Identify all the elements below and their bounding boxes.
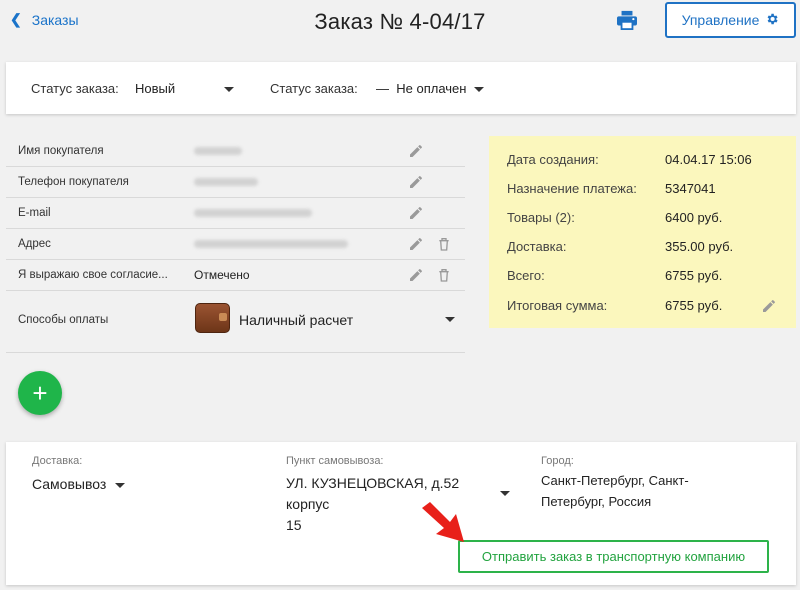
add-button[interactable]: + (18, 371, 62, 415)
city-line1: Санкт-Петербург, Санкт- (541, 473, 689, 488)
red-arrow-icon (422, 502, 464, 542)
field-label: Я выражаю свое согласие... (18, 269, 168, 281)
summary-row: Всего: 6755 руб. (489, 266, 796, 286)
manage-button[interactable]: Управление (665, 2, 796, 38)
field-value (194, 206, 312, 220)
summary-value: 6400 руб. (665, 210, 723, 225)
customer-fields: Имя покупателя Телефон покупателя E-mail… (6, 136, 465, 353)
delivery-value: Самовывоз (32, 476, 107, 492)
summary-label: Всего: (507, 268, 545, 283)
summary-row: Доставка: 355.00 руб. (489, 237, 796, 257)
order-summary: Дата создания: 04.04.17 15:06 Назначение… (489, 136, 796, 328)
field-label: Имя покупателя (18, 145, 104, 157)
order-status-label: Статус заказа: (31, 81, 119, 96)
delivery-card: Доставка: Самовывоз Пункт самовывоза: УЛ… (6, 442, 796, 585)
field-value: Отмечено (194, 268, 250, 282)
summary-label: Назначение платежа: (507, 181, 637, 196)
payment-label: Способы оплаты (18, 314, 109, 326)
summary-label: Итоговая сумма: (507, 298, 608, 313)
city-value: Санкт-Петербург, Санкт- Петербург, Росси… (541, 470, 689, 512)
summary-value: 6755 руб. (665, 298, 723, 313)
top-bar: ❮ Заказы Заказ № 4-04/17 Управление (0, 0, 800, 44)
plus-icon: + (32, 378, 48, 408)
field-value (194, 175, 258, 189)
field-value (194, 144, 242, 158)
manage-label: Управление (681, 12, 760, 28)
field-row-consent: Я выражаю свое согласие... Отмечено (6, 260, 465, 291)
caret-down-icon[interactable] (445, 317, 455, 322)
send-to-carrier-button[interactable]: Отправить заказ в транспортную компанию (458, 540, 769, 573)
payment-status-select[interactable]: — Не оплачен (376, 81, 485, 96)
summary-label: Доставка: (507, 239, 567, 254)
field-label: E-mail (18, 207, 51, 219)
order-status-select[interactable]: Новый (135, 81, 235, 96)
gear-icon (765, 12, 779, 29)
pencil-icon[interactable] (408, 205, 424, 221)
city-label: Город: (541, 455, 574, 467)
caret-down-icon (474, 87, 485, 93)
summary-label: Дата создания: (507, 152, 599, 167)
caret-down-icon (115, 482, 126, 488)
field-label: Адрес (18, 238, 51, 250)
summary-label: Товары (2): (507, 210, 575, 225)
summary-row: Товары (2): 6400 руб. (489, 208, 796, 228)
summary-row: Назначение платежа: 5347041 (489, 179, 796, 199)
delivery-select[interactable]: Самовывоз (32, 474, 126, 495)
wallet-icon (195, 303, 230, 333)
delivery-label: Доставка: (32, 455, 83, 467)
payment-value: Наличный расчет (239, 312, 354, 328)
caret-down-icon (224, 87, 234, 92)
trash-icon[interactable] (436, 236, 452, 252)
city-line2: Петербург, Россия (541, 494, 652, 509)
pencil-icon[interactable] (761, 298, 777, 314)
pencil-icon[interactable] (408, 174, 424, 190)
payment-status-value: Не оплачен (396, 81, 467, 96)
payment-status-label: Статус заказа: (270, 81, 358, 96)
field-row-address: Адрес (6, 229, 465, 260)
summary-value: 5347041 (665, 181, 716, 196)
summary-value: 355.00 руб. (665, 239, 734, 254)
trash-icon[interactable] (436, 267, 452, 283)
pickup-label: Пункт самовывоза: (286, 455, 384, 467)
field-row-phone: Телефон покупателя (6, 167, 465, 198)
pencil-icon[interactable] (408, 236, 424, 252)
pencil-icon[interactable] (408, 143, 424, 159)
pencil-icon[interactable] (408, 267, 424, 283)
field-label: Телефон покупателя (18, 176, 129, 188)
payment-status-prefix: — (376, 81, 389, 96)
field-row-email: E-mail (6, 198, 465, 229)
payment-method-row[interactable]: Способы оплаты Наличный расчет (6, 291, 465, 353)
status-card: Статус заказа: Новый Статус заказа: — Не… (6, 62, 796, 114)
caret-down-icon (500, 491, 510, 496)
summary-row: Дата создания: 04.04.17 15:06 (489, 150, 796, 170)
summary-value: 04.04.17 15:06 (665, 152, 752, 167)
summary-row: Итоговая сумма: 6755 руб. (489, 296, 796, 316)
field-row-name: Имя покупателя (6, 136, 465, 167)
order-status-value: Новый (135, 81, 176, 96)
summary-value: 6755 руб. (665, 268, 723, 283)
printer-icon[interactable] (616, 10, 638, 30)
field-value (194, 237, 348, 251)
